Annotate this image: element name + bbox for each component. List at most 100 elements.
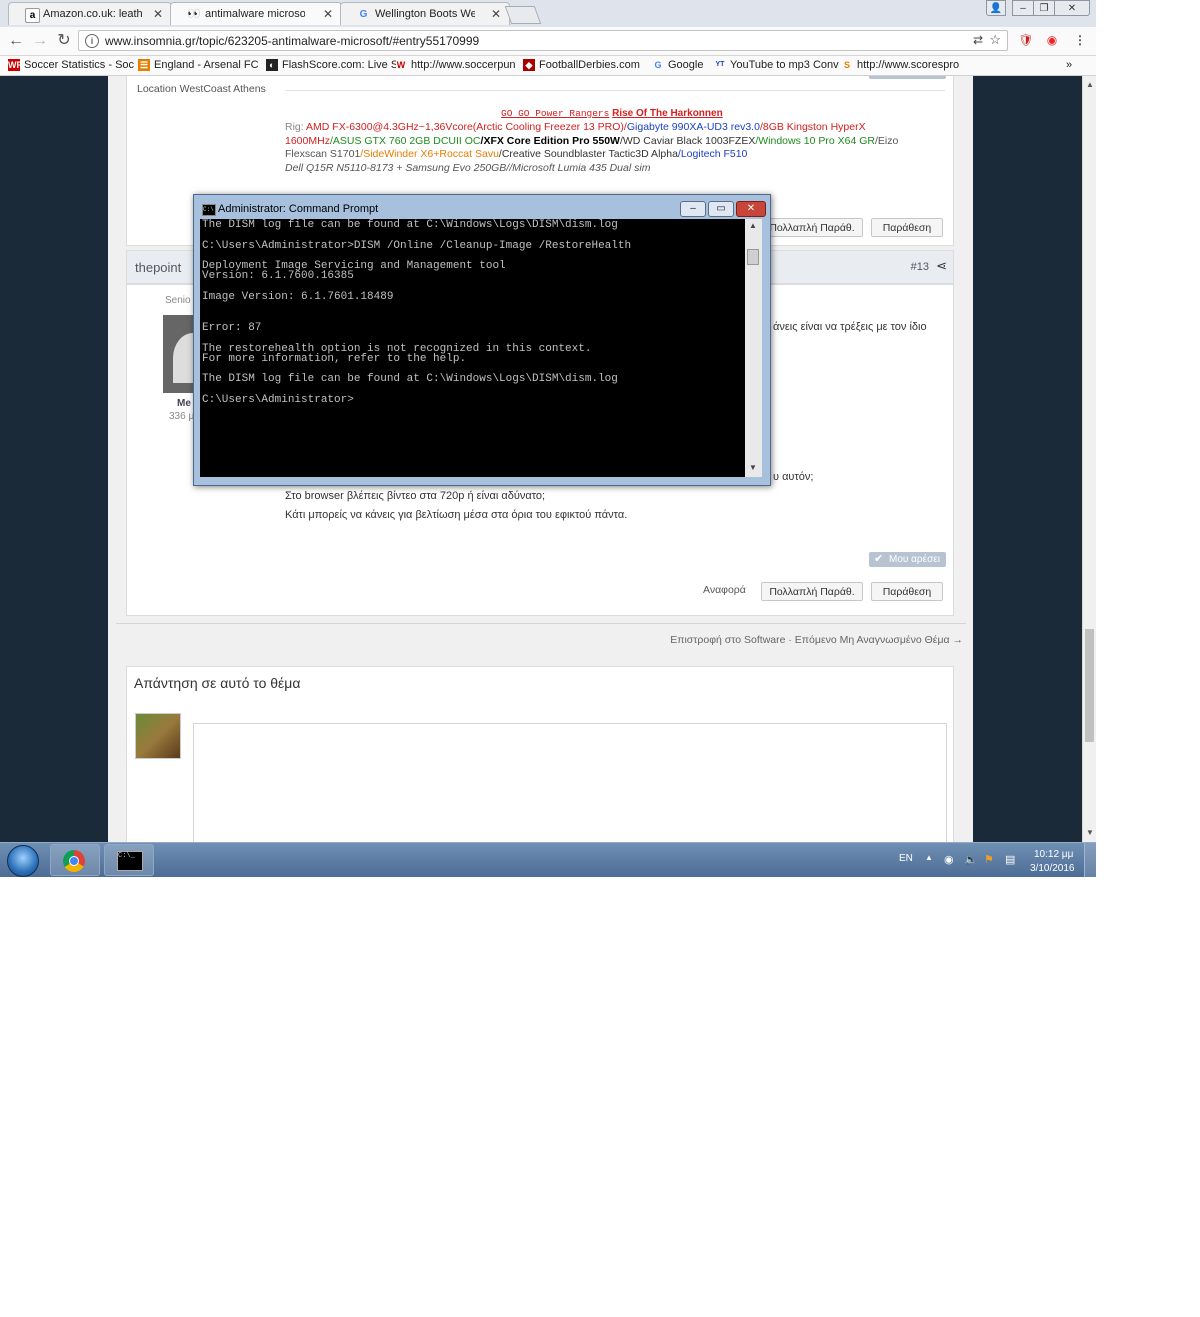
network-icon[interactable]: ▤ [1005,853,1015,866]
bookmark-item[interactable]: ◐ FlashScore.com: Live S [266,57,396,74]
rig-part: /WD Caviar Black 1003FZEX [619,134,756,147]
post-text-fragment: άνεις είναι να τρέξεις με τον ίδιο [773,321,927,333]
quote-button[interactable]: Παράθεση [871,218,943,237]
location-value: WestCoast Athens [179,83,266,95]
tab-insomnia[interactable]: 👀 antimalware microsoft - ✕ [170,2,342,25]
like-button[interactable]: ✔ Μου αρέσει [869,76,946,79]
signature-title: GO GO Power Rangers Rise Of The Harkonne… [501,108,723,119]
restore-button[interactable]: ❐ [1033,0,1055,16]
ublock-extension-icon[interactable]: 🛡 [1018,32,1034,48]
post-text-fragment: υ αυτόν; [773,471,814,483]
translate-icon[interactable]: ⇄ [973,33,983,47]
show-desktop-button[interactable] [1084,843,1096,877]
post-text-line: Στο browser βλέπεις βίντεο στα 720p ή εί… [285,490,546,502]
profile-icon[interactable]: 👤 [986,0,1006,16]
report-link[interactable]: Αναφορά [703,584,746,596]
bookmark-item[interactable]: YT YouTube to mp3 Conv [714,57,846,74]
tab-google[interactable]: G Wellington Boots Wellin ✕ [340,2,510,25]
clock-time[interactable]: 10:12 μμ [1034,849,1073,860]
bookmark-item[interactable]: WP Soccer Statistics - Soc [8,57,140,74]
tab-strip: a Amazon.co.uk: leather - ✕ 👀 antimalwar… [0,0,1096,27]
bookmark-label: FlashScore.com: Live S [282,59,396,71]
cmd-icon: C:\ [202,204,216,216]
taskbar-cmd-button[interactable]: C:\_ [104,844,154,876]
bookmarks-overflow-button[interactable]: » [1066,57,1080,74]
tab-title: antimalware microsoft - [205,8,305,20]
network-check-icon[interactable]: ◉ [944,853,954,866]
back-icon[interactable]: ← [6,31,26,51]
bookmark-label: http://www.soccerpun [411,59,516,71]
volume-icon[interactable]: 🔈 [964,853,978,866]
bookmark-icon: W [396,60,406,70]
like-label: Μου αρέσει [889,76,940,77]
bookmark-item[interactable]: Whttp://www.soccerpun [395,57,526,74]
cmd-scrollbar[interactable]: ▲ ▼ [745,219,762,477]
tab-title: Wellington Boots Wellin [375,8,475,20]
tab-amazon[interactable]: a Amazon.co.uk: leather - ✕ [8,2,172,25]
reload-icon[interactable]: ↻ [54,31,74,51]
reply-editor[interactable] [193,723,947,842]
user-avatar [135,713,181,759]
command-prompt-window[interactable]: C:\ Administrator: Command Prompt – ▭ ✕ … [193,194,771,486]
bookmark-icon: S [843,60,850,70]
rig-part: AMD FX-6300@4.3GHz~1,36Vcore(Arctic Cool… [306,121,627,133]
forward-icon[interactable]: → [30,31,50,51]
cmd-console[interactable]: The DISM log file can be found at C:\Win… [200,219,745,477]
signature-link-b[interactable]: Rise Of The Harkonnen [612,108,723,119]
clock-date[interactable]: 3/10/2016 [1030,863,1075,874]
quote-button[interactable]: Παράθεση [871,582,943,601]
multiquote-button[interactable]: Πολλαπλή Παράθ. [761,218,863,237]
close-icon[interactable]: ✕ [491,7,501,21]
bookmark-icon: G [654,60,662,70]
topic-navigation[interactable]: Επιστροφή στο Software · Επόμενο Μη Αναγ… [670,634,963,646]
cmd-minimize-button[interactable]: – [680,201,706,217]
taskbar-chrome-button[interactable] [50,844,100,876]
menu-icon[interactable]: ⋮ [1072,32,1088,48]
rig-part: /Windows 10 Pro X64 GR [755,134,875,147]
minimize-button[interactable]: – [1012,0,1034,16]
bookmark-icon: WP [8,59,23,71]
share-icon[interactable]: ⋖ [936,258,947,274]
bookmark-item[interactable]: ☰ England - Arsenal FC [138,57,266,74]
language-indicator[interactable]: EN [899,853,913,864]
chrome-icon [63,850,85,872]
taskbar: C:\_ EN ▲ ◉ 🔈 ⚑ ▤ 10:12 μμ 3/10/2016 [0,842,1096,877]
check-icon: ✔ [874,76,883,79]
bookmark-label: FootballDerbies.com [539,59,640,71]
like-button[interactable]: ✔ Μου αρέσει [869,552,946,567]
new-tab-button[interactable] [504,6,542,24]
page-scrollbar[interactable]: ▲ ▼ [1082,76,1096,842]
close-icon[interactable]: ✕ [153,7,163,21]
bookmark-star-icon[interactable]: ☆ [989,32,1001,48]
bookmark-item[interactable]: Shttp://www.scorespro [841,57,973,74]
cmd-output: The DISM log file can be found at C:\Win… [202,219,632,407]
start-button[interactable] [7,845,39,877]
rig-part: XFX Core Edition Pro 550W [483,134,620,147]
post-author[interactable]: thepoint [135,260,181,275]
notification-icon[interactable]: ⚑ [984,853,994,866]
post-number[interactable]: #13 [911,261,929,273]
divider [116,623,966,624]
bookmark-item[interactable]: ◆ FootballDerbies.com [523,57,654,74]
rig-part: Gigabyte 990XA-UD3 rev3.0 [626,121,760,133]
like-label: Μου αρέσει [889,554,940,565]
extension-icon[interactable]: ◉ [1044,32,1060,48]
signature-link-a[interactable]: GO GO Power Rangers [501,108,609,119]
show-hidden-icons-icon[interactable]: ▲ [925,853,933,862]
user-name[interactable]: Me [177,398,191,409]
cmd-icon: C:\_ [117,851,143,871]
close-window-button[interactable]: ✕ [1054,0,1090,16]
close-icon[interactable]: ✕ [323,7,333,21]
multiquote-button[interactable]: Πολλαπλή Παράθ. [761,582,863,601]
insomnia-favicon-icon: 👀 [187,8,201,20]
cmd-maximize-button[interactable]: ▭ [708,201,734,217]
cmd-close-button[interactable]: ✕ [736,201,766,217]
info-icon[interactable]: i [85,34,99,48]
rig-part: /Logitech F510 [677,148,748,160]
rig-part: ASUS GTX 760 2GB DCUII OC [332,134,481,147]
url-text: www.insomnia.gr/topic/623205-antimalware… [105,34,480,48]
signature-last-line: Dell Q15R N5110-8173 + Samsung Evo 250GB… [285,162,651,174]
address-bar[interactable]: i www.insomnia.gr/topic/623205-antimalwa… [78,30,1008,51]
bookmark-label: Google [668,59,704,71]
post-text-line: Κάτι μπορείς να κάνεις για βελτίωση μέσα… [285,509,628,521]
